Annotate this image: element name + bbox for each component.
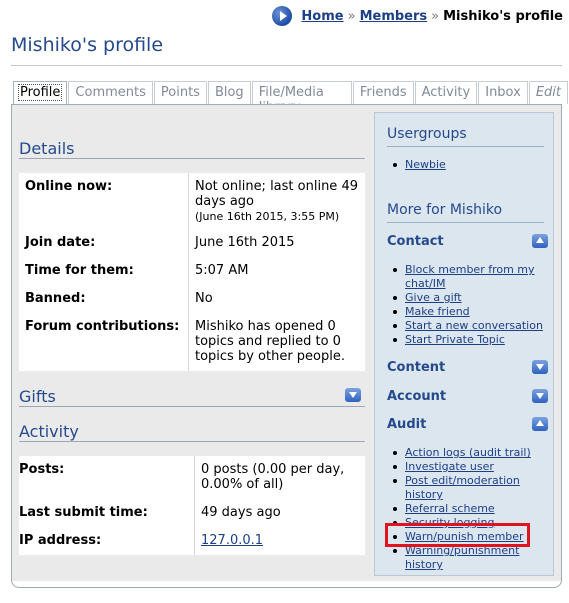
tab-comments[interactable]: Comments: [68, 81, 153, 104]
row-value: June 16th 2015: [188, 229, 365, 257]
breadcrumb-current: Mishiko's profile: [443, 8, 563, 24]
details-heading: Details: [19, 139, 75, 158]
list-item: Make friend: [387, 305, 547, 319]
tab-points[interactable]: Points: [153, 81, 207, 104]
list-item: Block member from my chat/IM: [387, 263, 547, 291]
row-label: Online now:: [25, 179, 113, 194]
gifts-divider: [19, 406, 365, 407]
content-heading: Content: [387, 360, 446, 375]
row-value: 0 posts (0.00 per day, 0.00% of all): [194, 456, 365, 499]
breadcrumb: Home » Members » Mishiko's profile: [272, 6, 563, 26]
usergroups-list: Newbie: [387, 158, 547, 172]
collapse-contact-icon[interactable]: [532, 234, 548, 248]
sidebar: Usergroups Newbie More for Mishiko Conta…: [374, 112, 554, 576]
list-item: Give a gift: [387, 291, 547, 305]
tab-inbox[interactable]: Inbox: [478, 81, 528, 104]
usergroup-link[interactable]: Newbie: [405, 158, 446, 171]
action-logs-link[interactable]: Action logs (audit trail): [405, 446, 531, 459]
give-gift-link[interactable]: Give a gift: [405, 291, 462, 304]
tab-activity[interactable]: Activity: [414, 81, 478, 104]
investigate-user-link[interactable]: Investigate user: [405, 460, 494, 473]
expand-account-icon[interactable]: [532, 389, 548, 403]
usergroups-divider: [387, 146, 544, 147]
tab-profile[interactable]: Profile: [13, 81, 68, 104]
breadcrumb-separator: »: [431, 8, 440, 24]
tab-blog[interactable]: Blog: [207, 81, 251, 104]
row-label: Posts:: [19, 462, 65, 477]
table-row: Banned: No: [19, 285, 365, 313]
tab-friends[interactable]: Friends: [352, 81, 414, 104]
row-value: Not online; last online 49 days ago (Jun…: [188, 173, 365, 229]
tab-edit[interactable]: Edit: [528, 81, 568, 104]
profile-panel: Details Online now: Not online; last onl…: [11, 104, 562, 588]
audit-links: Action logs (audit trail) Investigate us…: [387, 446, 547, 572]
block-member-link[interactable]: Block member from my chat/IM: [405, 263, 535, 290]
contact-heading: Contact: [387, 234, 444, 249]
private-topic-link[interactable]: Start Private Topic: [405, 333, 505, 346]
row-label: Last submit time:: [19, 505, 148, 520]
activity-heading: Activity: [19, 422, 79, 441]
table-row: IP address: 127.0.0.1: [19, 527, 365, 555]
tab-file-media-library[interactable]: File/Media library: [251, 81, 352, 115]
table-row: Last submit time: 49 days ago: [19, 499, 365, 527]
breadcrumb-home-link[interactable]: Home: [301, 9, 343, 24]
contact-links: Block member from my chat/IM Give a gift…: [387, 263, 547, 347]
account-heading: Account: [387, 389, 447, 404]
table-row: Forum contributions: Mishiko has opened …: [19, 313, 365, 371]
row-value: 127.0.0.1: [194, 527, 365, 555]
post-edit-history-link[interactable]: Post edit/moderation history: [405, 474, 520, 501]
row-value: 5:07 AM: [188, 257, 365, 285]
breadcrumb-separator: »: [347, 8, 356, 24]
gifts-heading: Gifts: [19, 387, 56, 406]
list-item: Action logs (audit trail): [387, 446, 547, 460]
new-conversation-link[interactable]: Start a new conversation: [405, 319, 543, 332]
more-divider: [387, 222, 544, 223]
details-divider: [19, 158, 365, 159]
usergroups-heading: Usergroups: [387, 126, 467, 142]
row-label: IP address:: [19, 533, 102, 548]
expand-content-icon[interactable]: [532, 360, 548, 374]
activity-divider: [19, 441, 365, 442]
referral-scheme-link[interactable]: Referral scheme: [405, 502, 495, 515]
list-item: Referral scheme: [387, 502, 547, 516]
arrow-right-icon[interactable]: [272, 6, 293, 26]
page-title: Mishiko's profile: [11, 34, 164, 56]
activity-table: Posts: 0 posts (0.00 per day, 0.00% of a…: [19, 456, 365, 555]
row-value: No: [188, 285, 365, 313]
row-label: Join date:: [25, 235, 96, 250]
profile-panel-body: Details Online now: Not online; last onl…: [12, 105, 561, 581]
list-item: Warning/punishment history: [387, 544, 547, 572]
row-value: Mishiko has opened 0 topics and replied …: [188, 313, 365, 371]
warning-history-link[interactable]: Warning/punishment history: [405, 544, 519, 571]
online-status-text: Not online; last online 49 days ago: [195, 179, 358, 209]
profile-tabs: Profile Comments Points Blog File/Media …: [13, 81, 569, 115]
table-row: Time for them: 5:07 AM: [19, 257, 365, 285]
row-label: Forum contributions:: [25, 319, 180, 334]
table-row: Online now: Not online; last online 49 d…: [19, 173, 365, 229]
make-friend-link[interactable]: Make friend: [405, 305, 470, 318]
list-item: Start a new conversation: [387, 319, 547, 333]
title-divider: [11, 65, 562, 66]
row-label: Banned:: [25, 291, 86, 306]
list-item: Start Private Topic: [387, 333, 547, 347]
online-status-date: (June 16th 2015, 3:55 PM): [195, 210, 340, 223]
more-heading: More for Mishiko: [387, 202, 503, 218]
details-table: Online now: Not online; last online 49 d…: [19, 173, 365, 371]
table-row: Posts: 0 posts (0.00 per day, 0.00% of a…: [19, 456, 365, 499]
list-item: Investigate user: [387, 460, 547, 474]
list-item: Post edit/moderation history: [387, 474, 547, 502]
row-value: 49 days ago: [194, 499, 365, 527]
audit-heading: Audit: [387, 417, 427, 432]
ip-address-link[interactable]: 127.0.0.1: [201, 533, 263, 548]
list-item: Newbie: [387, 158, 547, 172]
breadcrumb-members-link[interactable]: Members: [360, 9, 428, 24]
table-row: Join date: June 16th 2015: [19, 229, 365, 257]
highlight-box: [385, 523, 530, 547]
expand-gifts-icon[interactable]: [345, 388, 361, 402]
collapse-audit-icon[interactable]: [532, 417, 548, 431]
row-label: Time for them:: [25, 263, 134, 278]
